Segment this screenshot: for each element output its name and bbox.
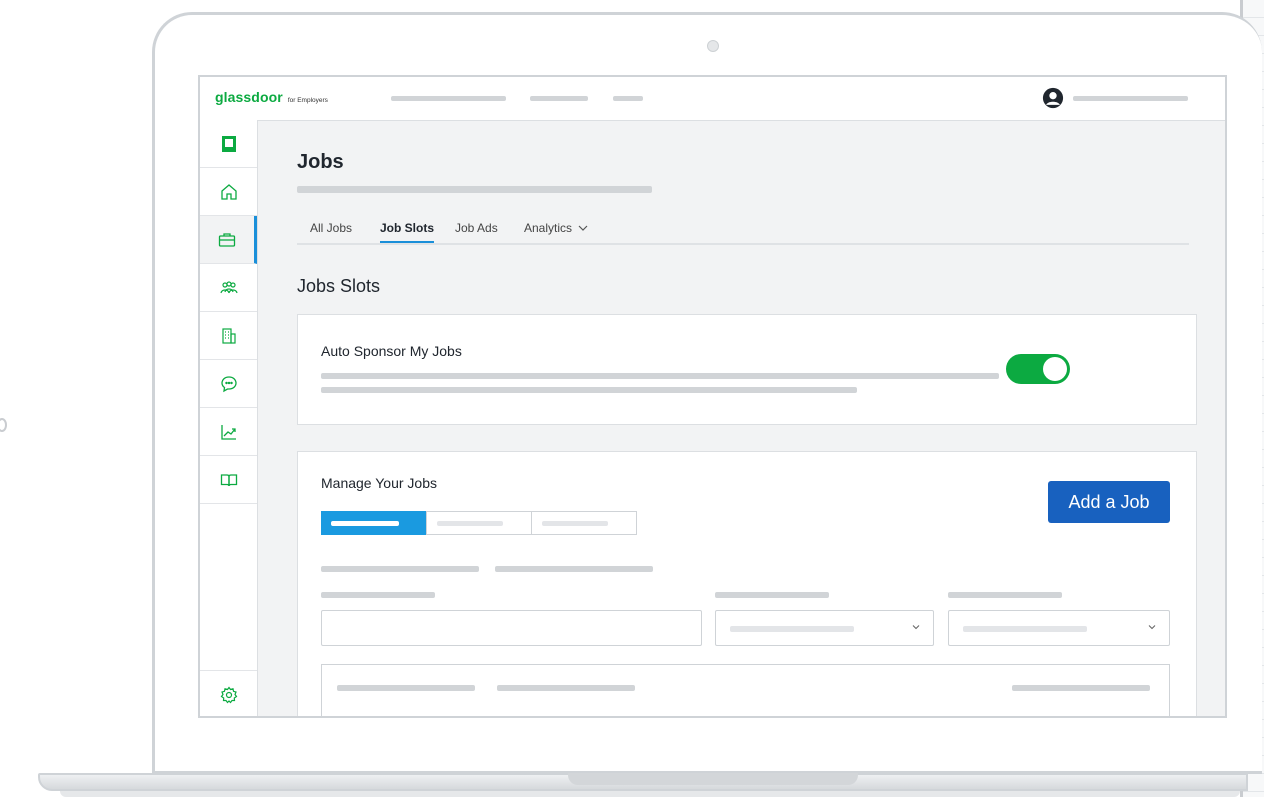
decorative-dot	[0, 418, 7, 432]
section-title: Jobs Slots	[297, 276, 381, 296]
briefcase-icon	[218, 232, 236, 247]
filter-heading-placeholder	[495, 566, 653, 572]
laptop-shadow	[60, 791, 1240, 797]
chevron-down-icon	[1148, 625, 1156, 630]
laptop-base-notch	[568, 773, 858, 785]
filter-dropdown[interactable]	[715, 610, 934, 646]
building-icon	[221, 327, 236, 344]
sidebar-item-analytics[interactable]	[200, 408, 257, 456]
jobs-table	[321, 664, 1170, 716]
segment-tab[interactable]	[426, 511, 532, 535]
segment-tab[interactable]	[531, 511, 637, 535]
jobs-tabs: All Jobs Job Slots Job Ads Analytics	[297, 219, 1189, 245]
gear-icon	[220, 686, 237, 703]
job-search-input[interactable]	[321, 610, 702, 646]
app-screen: glassdoor for Employers Jobs All Jobs Jo…	[198, 75, 1227, 718]
sidebar	[200, 120, 258, 716]
dropdown-value-placeholder	[963, 626, 1087, 632]
auto-sponsor-label: Auto Sponsor My Jobs	[321, 343, 462, 359]
nav-link-placeholder[interactable]	[613, 96, 643, 101]
user-avatar-icon[interactable]	[1042, 87, 1064, 109]
sidebar-item-resources[interactable]	[200, 456, 257, 504]
glassdoor-logo[interactable]: glassdoor for Employers	[215, 89, 328, 105]
sidebar-item-company[interactable]	[200, 312, 257, 360]
toggle-knob	[1043, 357, 1067, 381]
chevron-down-icon	[912, 625, 920, 630]
manage-jobs-label: Manage Your Jobs	[321, 475, 437, 491]
page-description-placeholder	[297, 186, 652, 193]
sidebar-item-candidates[interactable]	[200, 264, 257, 312]
sidebar-item-home[interactable]	[200, 168, 257, 216]
nav-link-placeholder[interactable]	[391, 96, 506, 101]
people-icon	[219, 280, 238, 293]
chat-icon	[220, 375, 237, 392]
logo-wordmark: glassdoor	[215, 89, 283, 105]
table-column-header-placeholder	[337, 685, 475, 691]
add-job-button[interactable]: Add a Job	[1048, 481, 1170, 523]
filter-dropdown[interactable]	[948, 610, 1170, 646]
tab-job-ads[interactable]: Job Ads	[455, 221, 498, 241]
segment-tab-active[interactable]	[321, 511, 427, 535]
user-name-placeholder	[1073, 96, 1188, 101]
analytics-icon	[220, 424, 236, 440]
dropdown-label-placeholder	[948, 592, 1062, 598]
auto-sponsor-toggle[interactable]	[1006, 354, 1070, 384]
sidebar-item-reviews[interactable]	[200, 360, 257, 408]
home-icon	[220, 183, 237, 200]
page-title: Jobs	[297, 151, 344, 173]
segment-label-placeholder	[542, 521, 608, 526]
sidebar-item-jobs[interactable]	[200, 216, 257, 264]
tab-all-jobs[interactable]: All Jobs	[310, 221, 352, 241]
sidebar-item-logo[interactable]	[200, 120, 257, 168]
auto-sponsor-description-placeholder	[321, 373, 999, 379]
search-field-label-placeholder	[321, 592, 435, 598]
segment-label-placeholder	[331, 521, 399, 526]
tab-analytics-label: Analytics	[524, 221, 573, 235]
tab-analytics[interactable]: Analytics	[524, 221, 588, 241]
segment-label-placeholder	[437, 521, 503, 526]
logo-subtitle: for Employers	[287, 97, 328, 104]
dropdown-value-placeholder	[730, 626, 854, 632]
top-navbar: glassdoor for Employers	[200, 77, 1225, 121]
sidebar-item-settings[interactable]	[200, 670, 257, 716]
table-column-header-placeholder	[497, 685, 635, 691]
dropdown-label-placeholder	[715, 592, 829, 598]
laptop-camera	[707, 40, 719, 52]
book-icon	[220, 473, 237, 486]
glassdoor-logo-icon	[221, 135, 236, 152]
auto-sponsor-description-placeholder	[321, 387, 857, 393]
nav-link-placeholder[interactable]	[530, 96, 588, 101]
filter-heading-placeholder	[321, 566, 479, 572]
chevron-down-icon	[578, 225, 588, 231]
table-column-header-placeholder	[1012, 685, 1150, 691]
tab-job-slots[interactable]: Job Slots	[380, 221, 435, 243]
